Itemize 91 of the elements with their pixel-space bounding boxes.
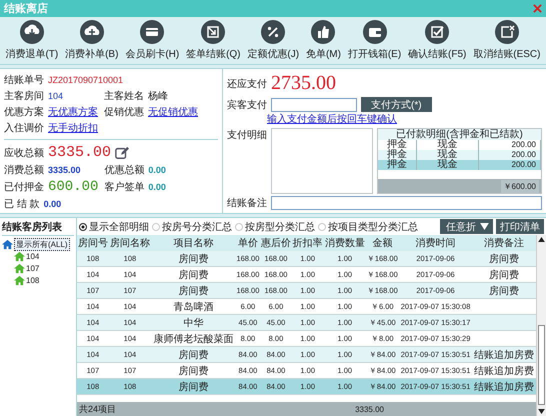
view-radio[interactable]: 按项目类型分类汇总 (318, 220, 418, 234)
field-label: 主客姓名 (104, 90, 144, 103)
paid-row[interactable]: 押金 现金 200.00 (378, 150, 541, 160)
toolbar-button[interactable]: 会员刷卡(H) (125, 20, 180, 61)
amount-due: 2735.00 (271, 72, 336, 95)
room-list-title: 结账客房列表 (2, 220, 74, 236)
tree-item[interactable]: 108 (2, 274, 74, 286)
card-icon (140, 20, 164, 44)
download-icon (20, 20, 44, 44)
footer-total: 3335.00 (355, 404, 384, 414)
caret-icon (480, 223, 489, 230)
field-label: 入住调价 (4, 122, 44, 135)
toolbar-button[interactable]: 取消结账(ESC) (473, 20, 540, 61)
toolbar-button[interactable]: 消费补单(B) (65, 20, 118, 61)
bill-number: JZ2017090710001 (48, 75, 124, 85)
window-title: 结账离店 (4, 2, 48, 16)
field-label: 已 结 款 (4, 198, 40, 211)
field-label: 优惠总额 (104, 164, 144, 177)
percent-icon (261, 20, 286, 44)
toolbar-button[interactable]: 免单(M) (306, 20, 341, 61)
field-value: 杨峰 (148, 90, 168, 103)
edit-icon (201, 20, 226, 44)
column-header: 房间名称 (108, 235, 152, 251)
column-header: 惠后价 (260, 235, 292, 251)
discount-plan-link[interactable]: 无优惠方案 (48, 105, 98, 119)
house-icon (14, 262, 25, 274)
column-header: 折扣率 (292, 235, 324, 251)
print-button[interactable]: 打印清单 (496, 219, 544, 234)
scroll-down-icon[interactable] (538, 409, 545, 414)
view-radio[interactable]: 按房型分类汇总 (235, 220, 315, 234)
payment-detail-area[interactable] (271, 128, 373, 194)
tree-item[interactable]: 104 (2, 250, 74, 262)
paid-table-title: 已付款明细(含押金和已结款) (378, 129, 541, 140)
column-header: 项目名称 (151, 235, 236, 251)
scroll-up-icon[interactable] (538, 237, 545, 242)
radio-button-icon[interactable] (79, 222, 87, 230)
field-label: 消费总额 (4, 164, 44, 177)
item-count: 共24项目 (79, 402, 116, 416)
field-value: 0.00 (148, 182, 166, 192)
field-value: 3335.00 (48, 165, 81, 175)
field-label: 客户签单 (104, 180, 144, 194)
close-icon (494, 20, 519, 44)
price-adjust-link[interactable]: 无手动折扣 (48, 121, 98, 135)
field-label: 主客房间 (4, 90, 44, 103)
column-header: 消费时间 (398, 235, 472, 251)
edit-icon[interactable] (115, 146, 130, 160)
field-label: 结账备注 (227, 196, 267, 210)
field-value: 0.00 (148, 165, 166, 175)
receivable-amount: 3335.00 (48, 144, 112, 161)
scroll-thumb[interactable] (538, 325, 545, 405)
field-label: 优惠方案 (4, 106, 44, 119)
field-label: 应收总额 (4, 146, 44, 160)
field-label: 促销优惠 (104, 106, 144, 119)
house-icon (2, 238, 13, 250)
thumbs-up-icon (311, 20, 336, 44)
house-icon (14, 274, 25, 286)
toolbar-button[interactable]: 确认结账(F5) (408, 20, 466, 61)
plus-icon (80, 20, 104, 44)
deposit-amount: 600.00 (48, 179, 98, 195)
column-header: 房间号 (77, 235, 109, 251)
wallet-icon (362, 20, 386, 44)
house-icon (14, 250, 25, 262)
toolbar-button[interactable]: 打开钱箱(E) (348, 20, 402, 61)
promotion-link[interactable]: 无促销优惠 (148, 105, 198, 119)
field-value: 0.00 (44, 199, 62, 209)
field-label: 结账单号 (4, 74, 44, 87)
view-radio[interactable]: 按房号分类汇总 (152, 220, 232, 234)
field-label: 宾客支付 (227, 98, 267, 112)
scrollbar[interactable] (536, 235, 546, 416)
column-header: 单价 (236, 235, 260, 251)
field-value: 104 (48, 91, 64, 101)
payment-method-button[interactable]: 支付方式(*) (361, 97, 432, 112)
view-radio[interactable]: 显示全部明细 (79, 220, 149, 234)
hint-link[interactable]: 输入支付金额后按回车键确认 (267, 112, 542, 126)
tree-item[interactable]: 107 (2, 262, 74, 274)
toolbar-button[interactable]: 签单结账(Q) (186, 20, 241, 61)
toolbar-button[interactable]: 消费退单(T) (5, 20, 58, 61)
column-header: 金额 (366, 235, 399, 251)
paid-total: ￥600.00 (500, 180, 539, 192)
column-header: 消费数量 (324, 235, 366, 251)
close-icon[interactable] (533, 4, 542, 13)
paid-row[interactable]: 押金 现金 200.00 (378, 160, 541, 170)
toolbar-button[interactable]: 定额优惠(J) (247, 20, 300, 61)
discount-dropdown[interactable]: 任意折 (440, 219, 493, 234)
column-header: 消费备注 (472, 235, 536, 251)
payment-input-field[interactable] (271, 98, 357, 112)
field-label: 已付押金 (4, 181, 44, 194)
field-label: 还应支付 (227, 78, 267, 90)
checkbox-icon (425, 20, 450, 44)
note-input-field[interactable] (271, 196, 542, 210)
field-label: 支付明细 (227, 128, 267, 143)
